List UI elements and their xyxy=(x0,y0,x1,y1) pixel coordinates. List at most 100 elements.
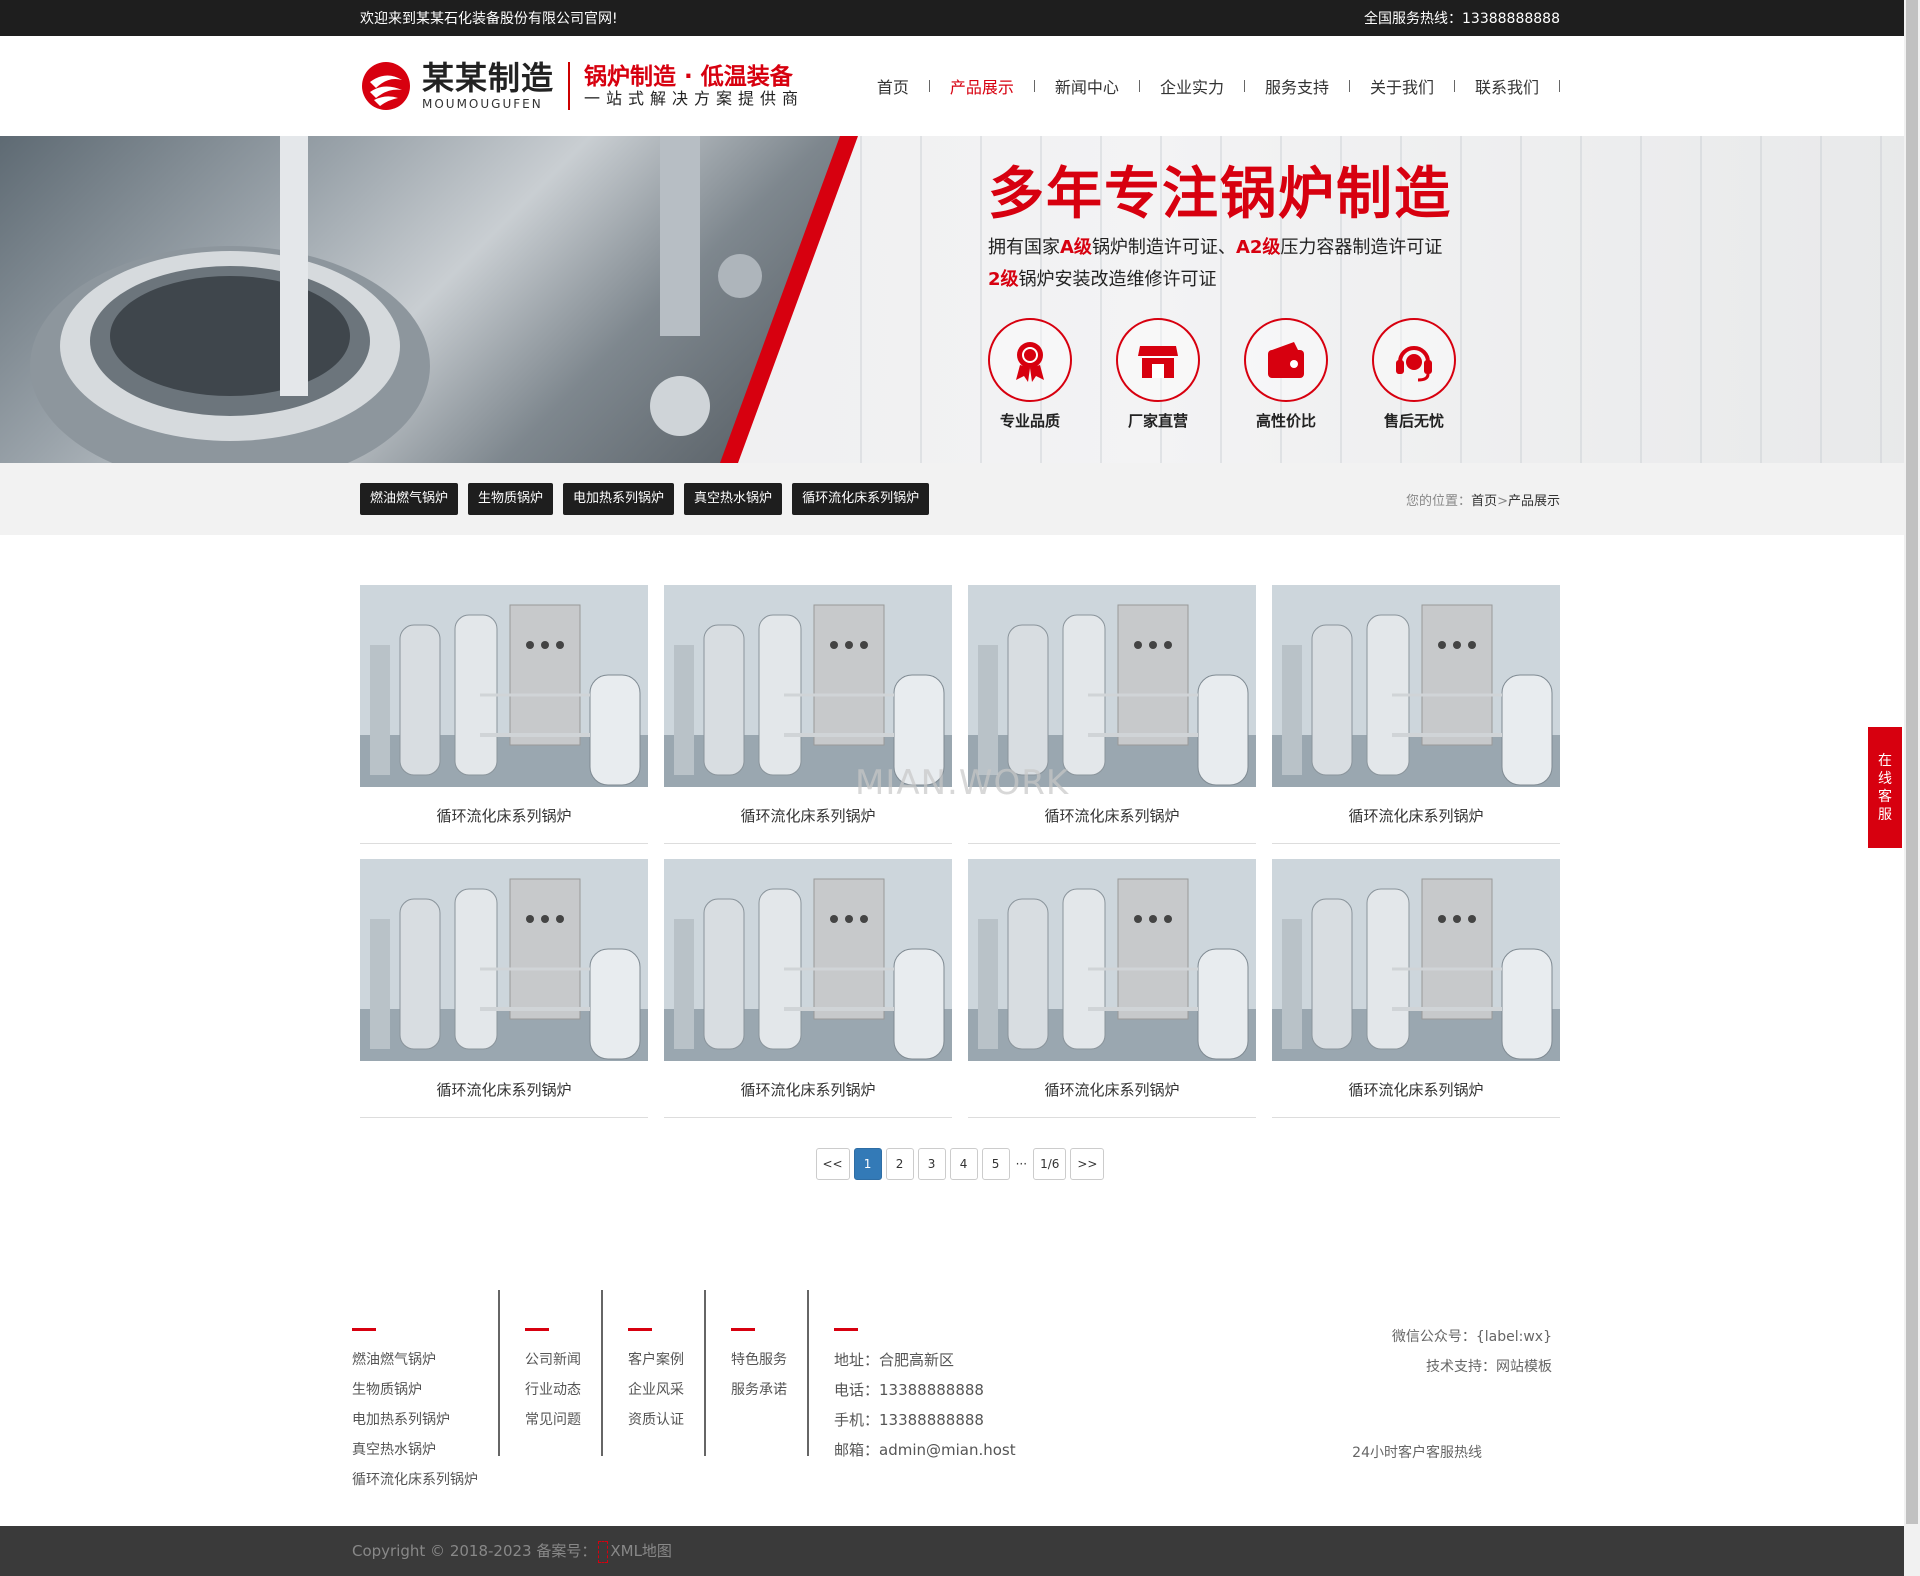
product-card[interactable]: 循环流化床系列锅炉 xyxy=(968,859,1256,1118)
product-image[interactable] xyxy=(360,859,648,1061)
product-image[interactable] xyxy=(1272,585,1560,787)
page-button[interactable]: 2 xyxy=(885,1148,914,1180)
product-card[interactable]: 循环流化床系列锅炉 xyxy=(1272,585,1560,844)
nav-about[interactable]: 关于我们 xyxy=(1350,74,1455,98)
product-title[interactable]: 循环流化床系列锅炉 xyxy=(1272,805,1560,826)
product-card[interactable]: 循环流化床系列锅炉 xyxy=(360,859,648,1118)
footer-link[interactable]: 电加热系列锅炉 xyxy=(352,1405,478,1435)
product-card[interactable]: 循环流化床系列锅炉 xyxy=(664,585,952,844)
breadcrumb-current[interactable]: 产品展示 xyxy=(1508,494,1560,509)
page-scrollbar[interactable] xyxy=(1904,0,1920,1576)
footer-link[interactable]: 公司新闻 xyxy=(525,1345,581,1375)
category-cfb[interactable]: 循环流化床系列锅炉 xyxy=(792,483,930,515)
page-first-button[interactable]: << xyxy=(815,1148,850,1180)
site-logo[interactable]: 某某制造 MOUMOUGUFEN 锅炉制造 · 低温装备 一站式解决方案提供商 xyxy=(360,36,804,136)
page-last-button[interactable]: >> xyxy=(1070,1148,1105,1180)
banner-features: 专业品质 厂家直营 高性价比 售后无忧 xyxy=(988,317,1500,431)
brand-name: 某某制造 xyxy=(422,59,555,97)
product-image[interactable] xyxy=(664,585,952,787)
footer-address: 地址：合肥高新区 xyxy=(834,1351,955,1369)
product-title[interactable]: 循环流化床系列锅炉 xyxy=(360,805,648,826)
page-button[interactable]: 3 xyxy=(917,1148,946,1180)
page-button[interactable]: 4 xyxy=(949,1148,978,1180)
page-button[interactable]: 1 xyxy=(853,1148,882,1180)
product-image[interactable] xyxy=(664,859,952,1061)
footer-wechat: 微信公众号：{label:wx} xyxy=(1391,1329,1552,1345)
product-title[interactable]: 循环流化床系列锅炉 xyxy=(968,805,1256,826)
product-image[interactable] xyxy=(968,859,1256,1061)
store-icon xyxy=(1136,338,1180,382)
product-card[interactable]: 循环流化床系列锅炉 xyxy=(360,585,648,844)
feature-after-sale: 售后无忧 xyxy=(1372,317,1500,431)
logo-divider xyxy=(568,62,571,110)
product-title[interactable]: 循环流化床系列锅炉 xyxy=(664,1079,952,1100)
page-button[interactable]: 5 xyxy=(981,1148,1010,1180)
footer-phone: 电话：13388888888 xyxy=(834,1381,984,1399)
footer-link[interactable]: 客户案例 xyxy=(628,1345,684,1375)
feature-value: 高性价比 xyxy=(1244,317,1372,431)
footer-hotline-label: 24小时客户客服热线 xyxy=(1352,1445,1482,1461)
footer-link[interactable]: 真空热水锅炉 xyxy=(352,1435,478,1465)
product-image[interactable] xyxy=(968,585,1256,787)
footer-strength-column: 客户案例 企业风采 资质认证 xyxy=(628,1290,706,1456)
footer-right: 微信公众号：{label:wx} 技术支持：网站模板 24小时客户客服热线 xyxy=(1292,1290,1552,1461)
footer-link[interactable]: 燃油燃气锅炉 xyxy=(352,1345,478,1375)
footer-link[interactable]: 循环流化床系列锅炉 xyxy=(352,1465,478,1495)
product-title[interactable]: 循环流化床系列锅炉 xyxy=(968,1079,1256,1100)
nav-home[interactable]: 首页 xyxy=(857,74,930,98)
breadcrumb: 您的位置：首页>产品展示 xyxy=(1406,493,1560,509)
online-service-button[interactable]: 在 线 客 服 xyxy=(1868,727,1902,848)
footer-link[interactable]: 常见问题 xyxy=(525,1405,581,1435)
product-title[interactable]: 循环流化床系列锅炉 xyxy=(1272,1079,1560,1100)
main-nav: 首页 产品展示 新闻中心 企业实力 服务支持 关于我们 联系我们 xyxy=(857,74,1560,98)
slogan-primary: 锅炉制造 · 低温装备 xyxy=(584,63,793,90)
wallet-icon xyxy=(1264,338,1308,382)
product-list: 循环流化床系列锅炉 循环流化床系列锅炉 循环流化床系列锅炉 循环流化床系列锅炉 循环流化… xyxy=(0,535,1920,1180)
footer-link[interactable]: 资质认证 xyxy=(628,1405,684,1435)
footer-link[interactable]: 特色服务 xyxy=(731,1345,787,1375)
footer-link[interactable]: 生物质锅炉 xyxy=(352,1375,478,1405)
scrollbar-thumb[interactable] xyxy=(1906,0,1918,1524)
nav-contact[interactable]: 联系我们 xyxy=(1455,74,1560,98)
page-ellipsis: ··· xyxy=(1015,1157,1028,1171)
nav-products[interactable]: 产品展示 xyxy=(930,74,1035,98)
product-title[interactable]: 循环流化床系列锅炉 xyxy=(360,1079,648,1100)
top-bar: 欢迎来到某某石化装备股份有限公司官网! 全国服务热线：13388888888 xyxy=(0,0,1920,36)
footer-link[interactable]: 企业风采 xyxy=(628,1375,684,1405)
slogan-secondary: 一站式解决方案提供商 xyxy=(584,89,805,109)
breadcrumb-home[interactable]: 首页 xyxy=(1471,494,1497,509)
nav-strength[interactable]: 企业实力 xyxy=(1140,74,1245,98)
brand-name-en: MOUMOUGUFEN xyxy=(422,97,543,111)
welcome-text: 欢迎来到某某石化装备股份有限公司官网! xyxy=(360,11,618,27)
category-oil-gas[interactable]: 燃油燃气锅炉 xyxy=(360,483,459,515)
nav-support[interactable]: 服务支持 xyxy=(1245,74,1350,98)
category-electric[interactable]: 电加热系列锅炉 xyxy=(563,483,675,515)
feature-direct-sale: 厂家直营 xyxy=(1116,317,1244,431)
site-footer: 燃油燃气锅炉 生物质锅炉 电加热系列锅炉 真空热水锅炉 循环流化床系列锅炉 公司… xyxy=(0,1290,1904,1488)
award-icon xyxy=(1008,338,1052,382)
nav-news[interactable]: 新闻中心 xyxy=(1035,74,1140,98)
category-vacuum[interactable]: 真空热水锅炉 xyxy=(684,483,783,515)
feature-quality: 专业品质 xyxy=(988,317,1116,431)
banner-license-line-2: 2级锅炉安装改造维修许可证 xyxy=(988,268,1217,290)
icp-link[interactable] xyxy=(598,1540,609,1563)
product-image[interactable] xyxy=(1272,859,1560,1061)
category-tabs: 燃油燃气锅炉 生物质锅炉 电加热系列锅炉 真空热水锅炉 循环流化床系列锅炉 xyxy=(360,483,939,515)
footer-email: 邮箱：admin@mian.host xyxy=(834,1441,1016,1459)
footer-news-column: 公司新闻 行业动态 常见问题 xyxy=(525,1290,603,1456)
hotline-text: 全国服务热线：13388888888 xyxy=(1364,11,1560,27)
hero-banner: 多年专注锅炉制造 拥有国家A级锅炉制造许可证、A2级压力容器制造许可证 2级锅炉… xyxy=(0,136,1920,463)
footer-link[interactable]: 服务承诺 xyxy=(731,1375,787,1405)
product-title[interactable]: 循环流化床系列锅炉 xyxy=(664,805,952,826)
category-biomass[interactable]: 生物质锅炉 xyxy=(468,483,554,515)
page-info: 1/6 xyxy=(1033,1148,1067,1180)
product-image[interactable] xyxy=(360,585,648,787)
product-card[interactable]: 循环流化床系列锅炉 xyxy=(968,585,1256,844)
product-card[interactable]: 循环流化床系列锅炉 xyxy=(664,859,952,1118)
pagination: << 1 2 3 4 5 ··· 1/6 >> xyxy=(360,1148,1560,1180)
banner-headline: 多年专注锅炉制造 xyxy=(988,162,1452,227)
product-card[interactable]: 循环流化床系列锅炉 xyxy=(1272,859,1560,1118)
sitemap-link[interactable]: XML地图 xyxy=(610,1542,672,1560)
footer-link[interactable]: 行业动态 xyxy=(525,1375,581,1405)
banner-equipment-image xyxy=(0,136,855,463)
